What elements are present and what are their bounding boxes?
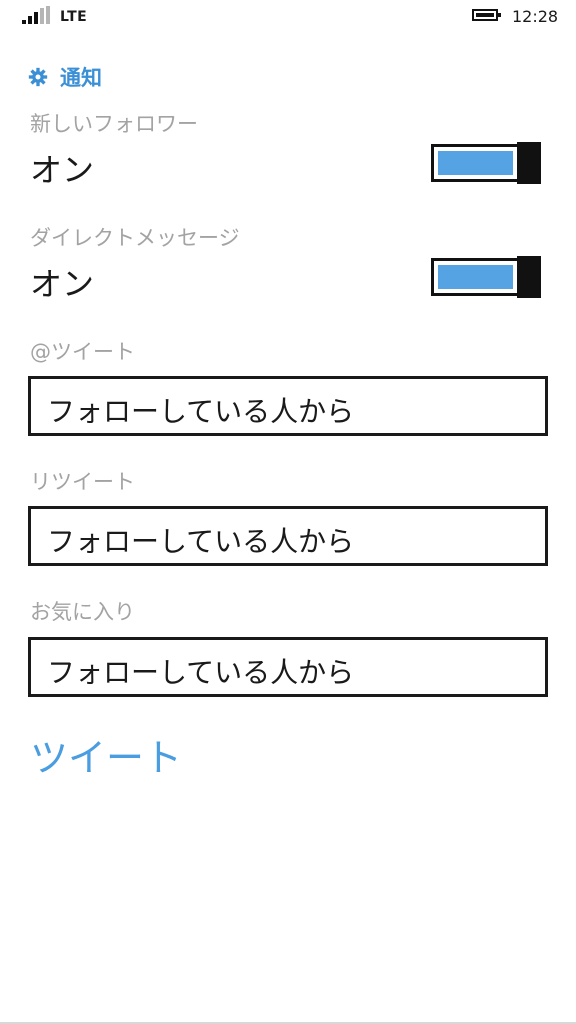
page-title: 通知 [60,66,102,90]
retweets-selected-value: フォローしている人から [47,525,355,558]
favorites-dropdown[interactable]: フォローしている人から [28,637,548,697]
toggle-thumb[interactable] [517,256,541,298]
battery-icon [472,9,501,21]
direct-messages-toggle[interactable] [431,256,541,298]
new-followers-toggle[interactable] [431,142,541,184]
direct-messages-value: オン [30,265,95,303]
new-followers-value: オン [30,151,95,189]
mentions-dropdown[interactable]: フォローしている人から [28,376,548,436]
network-type: LTE [60,9,88,25]
toggle-thumb[interactable] [517,142,541,184]
favorites-selected-value: フォローしている人から [47,656,355,689]
mentions-label: @ツイート [30,340,135,364]
status-time: 12:28 [512,7,559,26]
page-header: 通知 [28,60,102,94]
gear-icon [28,67,48,87]
status-bar: LTE 12:28 [0,0,576,34]
retweets-dropdown[interactable]: フォローしている人から [28,506,548,566]
mentions-selected-value: フォローしている人から [47,395,355,428]
signal-strength-icon [22,6,50,24]
direct-messages-label: ダイレクトメッセージ [30,226,240,250]
retweets-label: リツイート [30,470,135,494]
tweet-settings-link[interactable]: ツイート [30,727,182,782]
new-followers-label: 新しいフォロワー [30,112,198,136]
favorites-label: お気に入り [30,600,135,624]
